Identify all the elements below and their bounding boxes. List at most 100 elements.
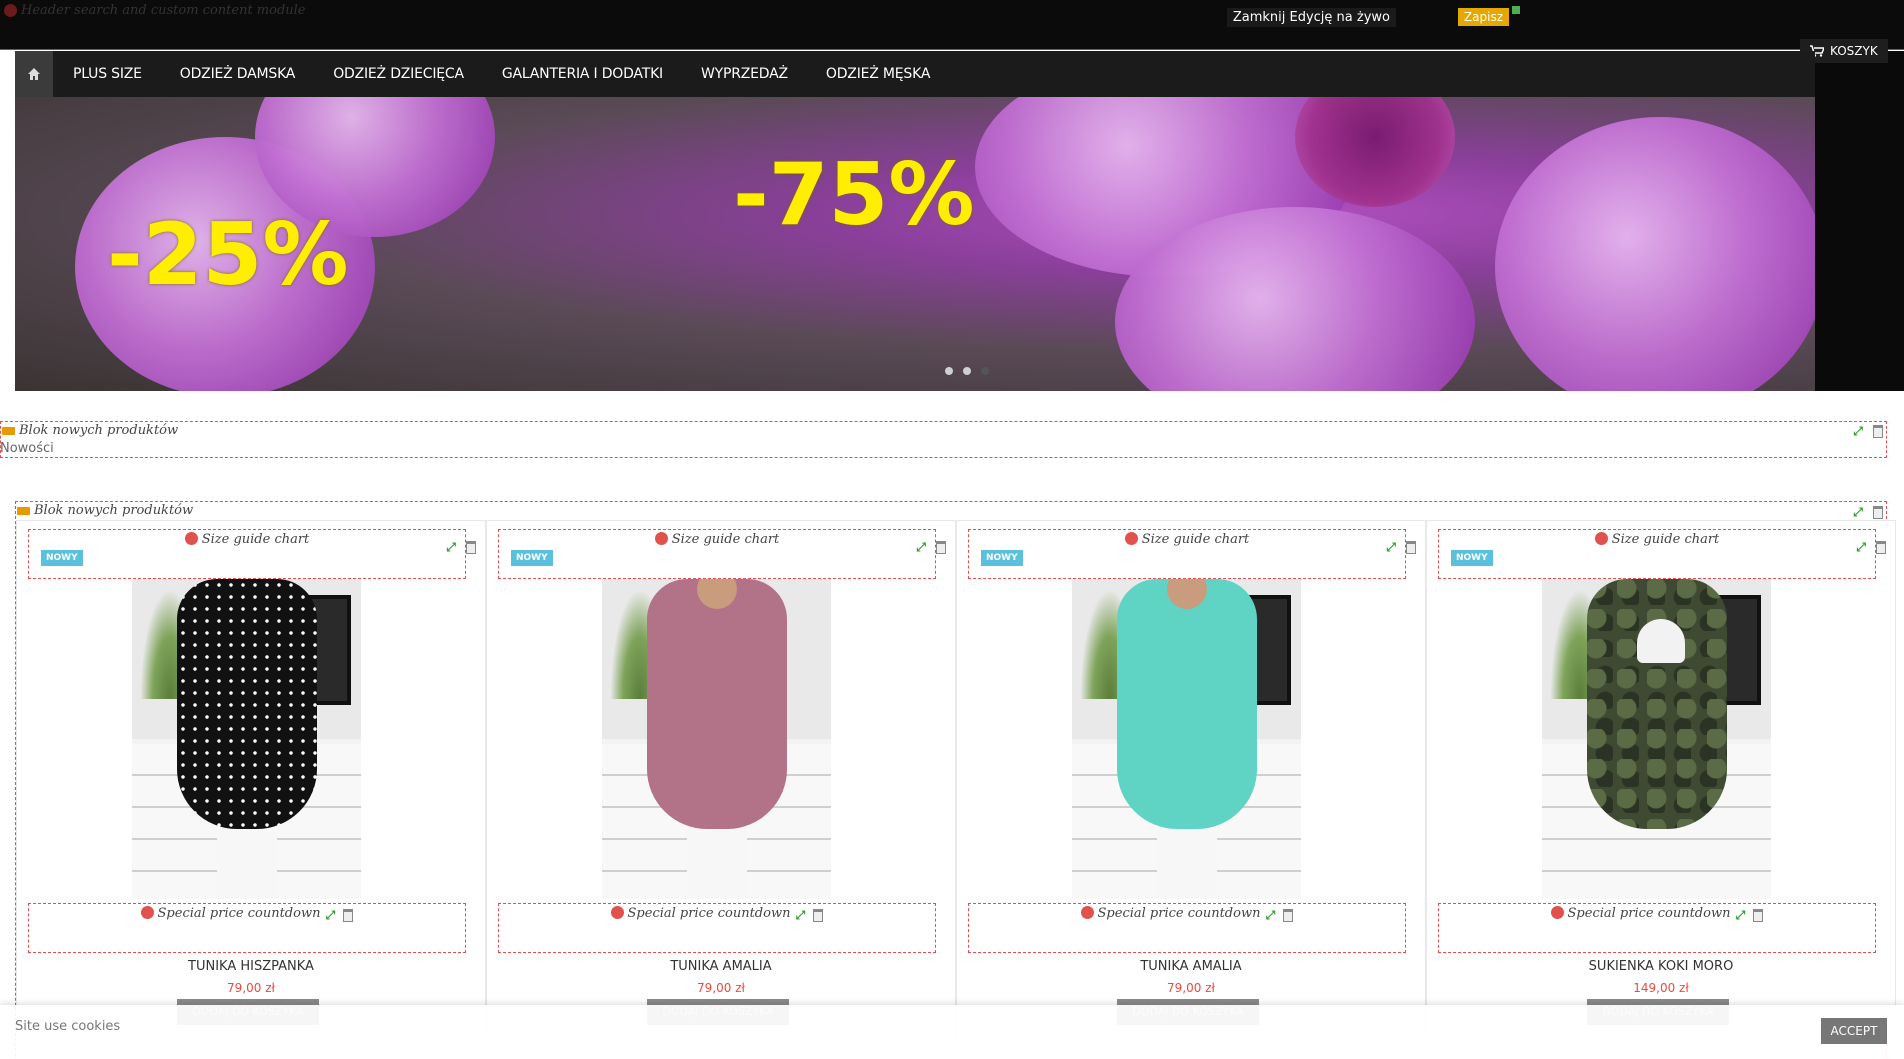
slider-dot-3[interactable] xyxy=(981,367,989,375)
trash-icon[interactable] xyxy=(1876,540,1886,554)
countdown-label: Special price countdown xyxy=(157,906,321,921)
main-navigation: PLUS SIZE ODZIEŻ DAMSKA ODZIEŻ DZIECIĘCA… xyxy=(15,51,1815,97)
new-badge: NOWY xyxy=(511,550,553,566)
hero-slider[interactable]: -25% -75% xyxy=(15,97,1815,391)
special-price-module: Special price countdown ⤢ xyxy=(968,903,1406,953)
save-button[interactable]: Zapisz xyxy=(1457,8,1509,26)
module-icon xyxy=(610,906,624,919)
module-controls: ⤢ xyxy=(1851,424,1883,438)
slider-dot-1[interactable] xyxy=(945,367,953,375)
module-icon xyxy=(140,906,154,919)
dress-shape xyxy=(1587,579,1727,829)
slider-dots xyxy=(945,367,989,375)
cookie-bar: Site use cookies ACCEPT xyxy=(0,1005,1904,1059)
expand-icon[interactable]: ⤢ xyxy=(444,540,458,554)
product-image[interactable] xyxy=(132,579,361,899)
product-price: 79,00 zł xyxy=(697,981,745,995)
module-icon xyxy=(1594,532,1608,545)
expand-icon[interactable]: ⤢ xyxy=(1851,424,1865,438)
new-products-module-title: Blok nowych produktów xyxy=(2,423,178,438)
orchid-petal xyxy=(1495,117,1815,391)
close-live-edit-button[interactable]: Zamknij Edycję na żywo xyxy=(1226,8,1396,27)
new-products-module-title-2: Blok nowych produktów xyxy=(17,503,193,518)
module-icon xyxy=(184,532,198,545)
product-price: 79,00 zł xyxy=(1167,981,1215,995)
product-card[interactable]: Size guide chart NOWY ⤢ Special price co… xyxy=(486,520,956,1040)
expand-icon[interactable] xyxy=(1512,6,1520,14)
new-products-title-text: Blok nowych produktów xyxy=(19,423,179,438)
countdown-label: Special price countdown xyxy=(1567,906,1731,921)
countdown-label: Special price countdown xyxy=(627,906,791,921)
trash-icon[interactable] xyxy=(343,908,354,922)
product-price: 79,00 zł xyxy=(227,981,275,995)
nav-item-odziez-dziecieca[interactable]: ODZIEŻ DZIECIĘCA xyxy=(314,66,483,82)
new-badge: NOWY xyxy=(981,550,1023,566)
header-module-text: Header search and custom content module xyxy=(21,3,306,18)
discount-25: -25% xyxy=(107,205,349,305)
nav-item-odziez-meska[interactable]: ODZIEŻ MĘSKA xyxy=(807,66,949,82)
section-subtitle: Nowości xyxy=(0,441,54,456)
new-products-title-text-2: Blok nowych produktów xyxy=(34,503,194,518)
product-name[interactable]: TUNIKA AMALIA xyxy=(487,959,955,974)
module-icon xyxy=(1080,906,1094,919)
live-edit-bar: Header search and custom content module … xyxy=(0,0,1904,50)
cookie-text: Site use cookies xyxy=(15,1019,121,1034)
discount-75: -75% xyxy=(733,145,975,245)
expand-icon[interactable]: ⤢ xyxy=(1851,505,1865,519)
product-name[interactable]: TUNIKA AMALIA xyxy=(957,959,1425,974)
expand-icon[interactable]: ⤢ xyxy=(323,908,337,922)
home-icon xyxy=(28,68,40,80)
module-icon xyxy=(1550,906,1564,919)
size-guide-label: Size guide chart xyxy=(671,532,780,547)
trash-icon[interactable] xyxy=(1873,505,1883,519)
module-icon xyxy=(17,506,30,515)
new-badge: NOWY xyxy=(1451,550,1493,566)
expand-icon[interactable]: ⤢ xyxy=(1384,540,1398,554)
new-products-module-outer xyxy=(0,421,1887,458)
special-price-module: Special price countdown ⤢ xyxy=(28,903,466,953)
expand-icon[interactable]: ⤢ xyxy=(1854,540,1868,554)
expand-icon[interactable]: ⤢ xyxy=(793,908,807,922)
slider-dot-2[interactable] xyxy=(963,367,971,375)
trash-icon[interactable] xyxy=(1753,908,1764,922)
module-icon xyxy=(654,532,668,545)
header-module-label: Header search and custom content module xyxy=(4,3,306,18)
right-dark-strip xyxy=(1815,51,1904,391)
home-button[interactable] xyxy=(15,51,53,97)
trash-icon[interactable] xyxy=(1406,540,1416,554)
special-price-module: Special price countdown ⤢ xyxy=(498,903,936,953)
product-image[interactable] xyxy=(1542,579,1771,899)
heart-shape xyxy=(1637,619,1685,663)
dress-shape xyxy=(177,579,317,829)
size-guide-module: Size guide chart NOWY ⤢ xyxy=(1438,529,1886,579)
module-controls: ⤢ xyxy=(1851,505,1883,519)
expand-icon[interactable]: ⤢ xyxy=(1263,908,1277,922)
accept-cookies-button[interactable]: ACCEPT xyxy=(1821,1018,1887,1044)
nav-item-plus-size[interactable]: PLUS SIZE xyxy=(53,66,161,82)
size-guide-module: Size guide chart NOWY ⤢ xyxy=(498,529,946,579)
product-image[interactable] xyxy=(1072,579,1301,899)
trash-icon[interactable] xyxy=(813,908,824,922)
trash-icon[interactable] xyxy=(936,540,946,554)
product-card[interactable]: Size guide chart NOWY ⤢ Special price co… xyxy=(956,520,1426,1040)
dress-shape xyxy=(647,579,787,829)
nav-item-odziez-damska[interactable]: ODZIEŻ DAMSKA xyxy=(161,66,314,82)
trash-icon[interactable] xyxy=(1283,908,1294,922)
product-name[interactable]: TUNIKA HISZPANKA xyxy=(17,959,485,974)
expand-icon[interactable]: ⤢ xyxy=(1733,908,1747,922)
trash-icon[interactable] xyxy=(466,540,476,554)
size-guide-module: Size guide chart NOWY ⤢ xyxy=(968,529,1416,579)
nav-item-wyprzedaz[interactable]: WYPRZEDAŻ xyxy=(682,66,807,82)
product-card[interactable]: Size guide chart NOWY ⤢ Special price co… xyxy=(16,520,486,1040)
size-guide-label: Size guide chart xyxy=(1141,532,1250,547)
expand-icon[interactable]: ⤢ xyxy=(914,540,928,554)
product-card[interactable]: Size guide chart NOWY ⤢ Special price co… xyxy=(1426,520,1896,1040)
product-image[interactable] xyxy=(602,579,831,899)
new-badge: NOWY xyxy=(41,550,83,566)
cart-label: KOSZYK xyxy=(1830,44,1878,58)
module-icon xyxy=(4,4,17,17)
trash-icon[interactable] xyxy=(1873,424,1883,438)
product-name[interactable]: SUKIENKA KOKI MORO xyxy=(1427,959,1895,974)
nav-item-galanteria[interactable]: GALANTERIA I DODATKI xyxy=(483,66,682,82)
size-guide-label: Size guide chart xyxy=(1611,532,1720,547)
